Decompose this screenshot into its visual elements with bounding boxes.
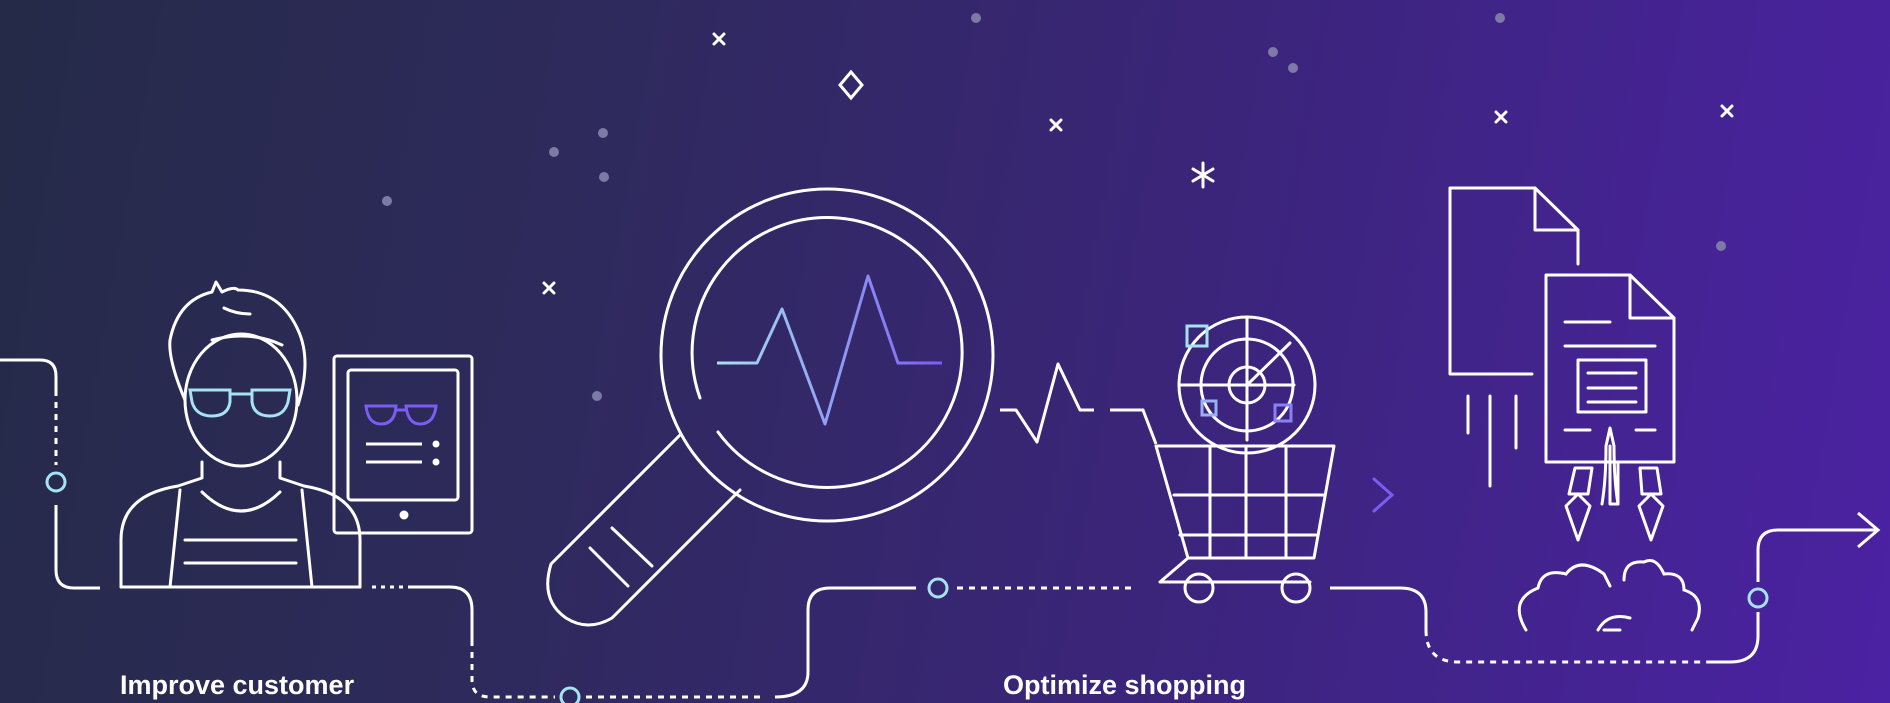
- asterisk-icon: [1191, 161, 1215, 189]
- caption-improve-customer: Improve customer: [120, 670, 355, 700]
- radar-icon: [1177, 315, 1317, 455]
- arrow-right-icon: [1168, 477, 1395, 513]
- magnifying-glass-icon: [546, 187, 995, 627]
- document-icon: [1448, 186, 1676, 464]
- diamond-icon: [838, 69, 864, 101]
- hero-illustration: Improve customer Optimize shopping: [0, 0, 1890, 703]
- shopping-cart-icon: [1154, 444, 1336, 604]
- tablet-glasses-icon: [364, 404, 438, 426]
- tablet-icon: [332, 354, 474, 535]
- background-stars: [382, 13, 1726, 401]
- speed-lines: [1466, 394, 1518, 488]
- background-crosses: [542, 32, 1734, 295]
- illustration-canvas: [0, 13, 1881, 703]
- pulse-line: [1000, 362, 1094, 444]
- glasses-icon: [188, 388, 292, 418]
- rocket-icon: [1564, 426, 1665, 542]
- heartbeat-line: [717, 274, 942, 426]
- caption-optimize-shopping: Optimize shopping: [1003, 670, 1246, 700]
- cloud-icon: [1517, 559, 1701, 632]
- document-lines: [1468, 230, 1532, 336]
- customer-person-icon: [119, 280, 362, 589]
